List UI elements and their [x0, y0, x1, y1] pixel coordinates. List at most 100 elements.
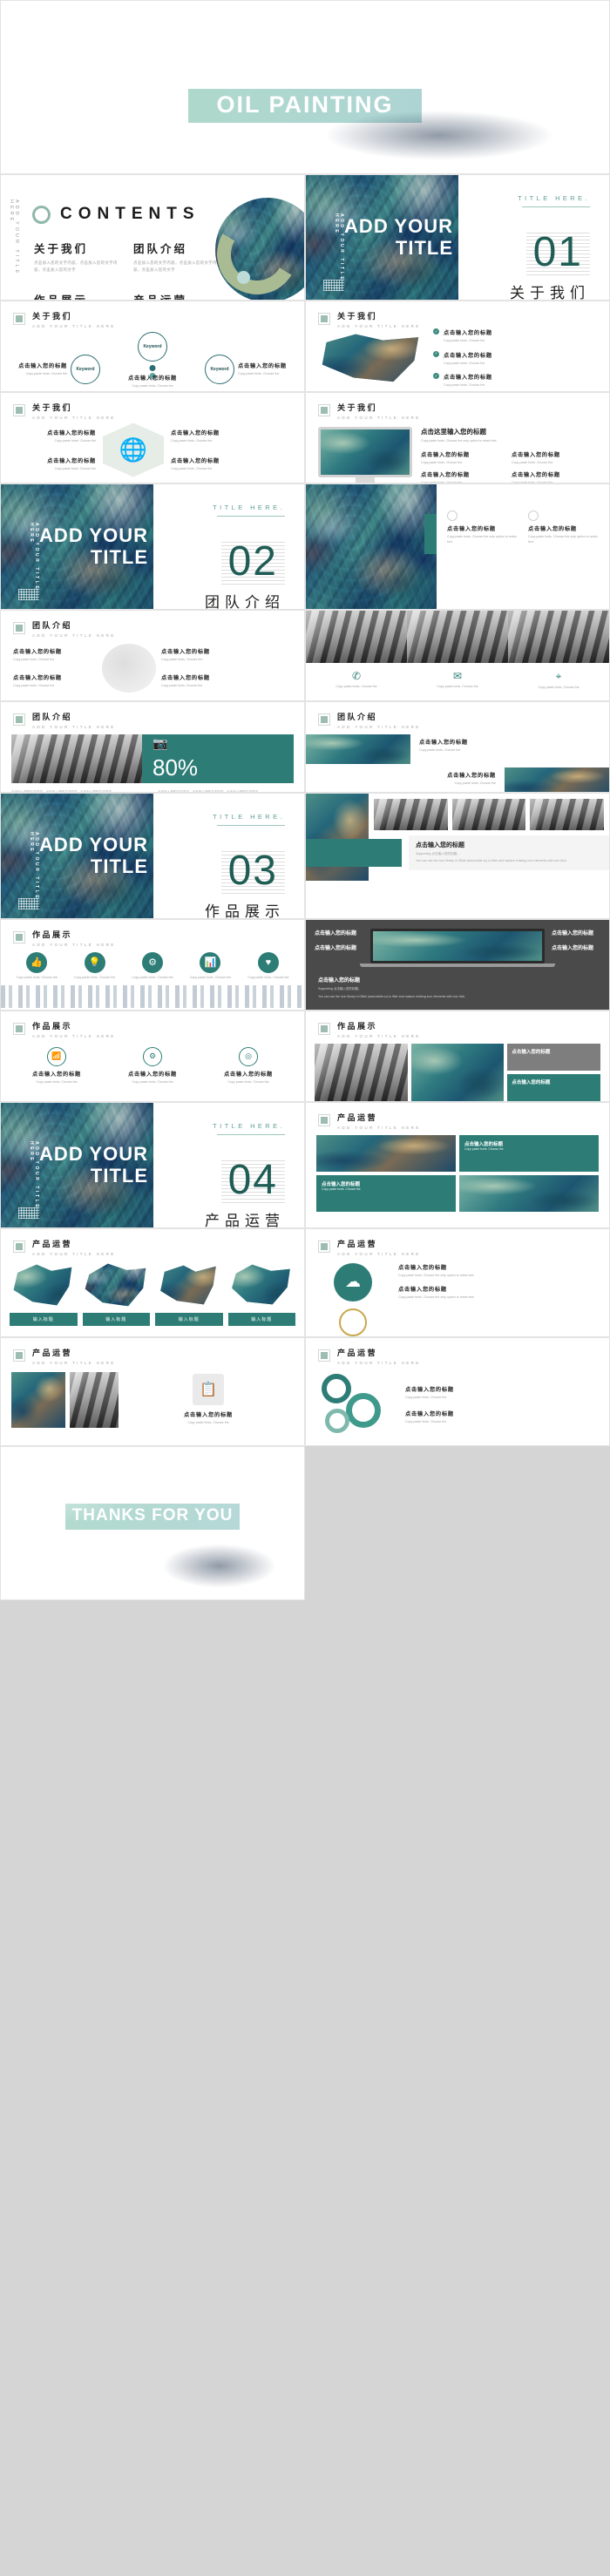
list-item[interactable]: ✉ Copy paste fonts. Choose the	[407, 663, 508, 700]
list-item[interactable]: 点击输入您的标题	[552, 929, 600, 936]
halftone-square-decor	[323, 280, 344, 291]
keyword-node-right[interactable]: Keyword	[205, 354, 234, 384]
item-desc: Copy paste fonts. Choose the	[161, 658, 203, 662]
splat-tag-2[interactable]: 输入标题	[82, 1312, 150, 1326]
list-item[interactable]: 点击输入您的标题 Copy paste fonts. Choose the	[161, 673, 245, 688]
network-item-right[interactable]: Keyword 点击输入您的标题 Copy paste fonts. Choos…	[205, 354, 292, 384]
item-title: 点击输入您的标题	[447, 772, 496, 779]
list-item[interactable]: 点击输入您的标题 Copy paste fonts. Choose the	[405, 1410, 599, 1424]
list-item[interactable]: 点击输入您的标题 Copy paste fonts. Choose the	[171, 456, 254, 471]
network-item-left[interactable]: 点击输入您的标题 Copy paste fonts. Choose the Ke…	[13, 354, 100, 384]
card-gray-text[interactable]: 点击输入您的标题	[507, 1043, 601, 1071]
item-title: 点击输入您的标题	[47, 457, 96, 464]
list-item[interactable]: 点击输入您的标题 Copy paste fonts. Choose the on…	[398, 1263, 599, 1278]
slide-keyword-network: 关于我们 ADD YOUR TITLE HERE Keyword 点击输入您的标…	[0, 301, 305, 392]
card-vertical-label: TITLE HERE.	[436, 521, 437, 565]
item-title: 点击输入您的标题	[171, 430, 220, 437]
list-item[interactable]: 输入标题	[227, 1263, 295, 1326]
list-item[interactable]: 点击输入您的标题 Copy paste fonts. Choose the	[512, 470, 597, 483]
teal-tab	[424, 514, 437, 554]
list-item[interactable]: 团队介绍 点击加入您的文字内容，点击加入您的文字内容，点击加入您的文字	[133, 240, 217, 274]
list-item[interactable]: 点击输入您的标题 Copy paste fonts. Choose the	[171, 429, 254, 443]
item-title: 点击输入您的标题	[419, 739, 468, 746]
list-item[interactable]: 点击输入您的标题 Copy paste fonts. Choose the	[13, 673, 97, 688]
thanks-content: POWER POINT 202X.X.X THANKS FOR YOU 感谢聆听…	[65, 1457, 240, 1590]
dark-top: 点击输入您的标题 点击输入您的标题 点击输入您的标题 点击输入您的标题	[306, 920, 609, 976]
list-item[interactable]: ◎ 点击输入您的标题 Copy paste fonts. Choose the	[203, 1046, 294, 1085]
grid-image-2	[459, 1174, 599, 1212]
slide-header-sub: ADD YOUR TITLE HERE	[337, 1125, 421, 1130]
list-item[interactable]: 点击输入您的标题 Copy paste fonts. Choose the on…	[398, 1285, 599, 1300]
header-square-icon	[13, 622, 25, 635]
list-item[interactable]: 点击输入您的标题 Copy paste fonts. Choose the on…	[528, 510, 599, 545]
list-item[interactable]: 点击输入您的标题 Copy paste fonts. Choose the	[161, 647, 245, 662]
list-item[interactable]: 产品运营 点击加入您的文字内容，点击加入您的文字内容，点击加入您的文字	[133, 291, 217, 300]
list-item[interactable]: 点击输入您的标题 Copy paste fonts. Choose the	[405, 1385, 599, 1400]
slide-header-title: 产品运营	[32, 1349, 73, 1357]
list-item[interactable]: ⌖ Copy paste fonts. Choose the	[508, 663, 609, 700]
list-item[interactable]: 📊 Copy paste fonts. Choose the	[183, 951, 237, 980]
add-title-line2: TITLE	[90, 855, 148, 877]
item-desc: Copy paste fonts. Choose the	[54, 466, 96, 470]
list-item[interactable]: 💡 Copy paste fonts. Choose the	[67, 951, 121, 980]
list-item[interactable]: 作品展示 点击加入您的文字内容，点击加入您的文字内容，点击加入您的文字	[34, 291, 118, 300]
list-item[interactable]: 👍 Copy paste fonts. Choose the	[10, 951, 64, 980]
slide-header: 关于我们 ADD YOUR TITLE HERE	[306, 393, 609, 420]
list-item[interactable]: 点击输入您的标题 Copy paste fonts. Choose the	[512, 450, 597, 465]
item-desc: Copy paste fonts. Choose the	[171, 466, 213, 470]
grid-card-1[interactable]: 点击输入您的标题 Copy paste fonts. Choose the	[459, 1134, 599, 1172]
photo-2	[451, 799, 526, 830]
card-teal-text[interactable]: 点击输入您的标题	[507, 1073, 601, 1101]
list-item[interactable]: ✓ 点击输入您的标题 Copy paste fonts. Choose the	[433, 373, 597, 388]
slide-header-title: 关于我们	[337, 312, 378, 321]
section-text: TITLE HERE. 04 产品运营 点击输入您的文字内容，点击输入您的文字内…	[153, 1103, 304, 1227]
list-item[interactable]: 点击输入您的标题	[552, 943, 600, 951]
network-item-bottom[interactable]: 点击输入您的标题 Copy paste fonts. Choose the	[128, 374, 177, 389]
halftone-square-decor	[18, 589, 39, 600]
list-item[interactable]: 输入标题	[10, 1263, 78, 1326]
slide-row-1: ADD YOUR TITLE HERE CONTENTS 关于我们 点击加入您的…	[0, 174, 610, 301]
list-item[interactable]: 输入标题	[155, 1263, 223, 1326]
list-item[interactable]: 点击输入您的标题 Copy paste fonts. Choose the	[421, 450, 506, 465]
list-item[interactable]: ✓ 点击输入您的标题 Copy paste fonts. Choose the	[433, 328, 597, 343]
chart-icon: 📶	[47, 1046, 66, 1066]
list-item[interactable]: ⚙ Copy paste fonts. Choose the	[125, 951, 180, 980]
keyword-node-left[interactable]: Keyword	[71, 354, 100, 384]
list-item[interactable]: 输入标题	[82, 1263, 150, 1326]
list-item[interactable]: ⚙ 点击输入您的标题 Copy paste fonts. Choose the	[107, 1046, 198, 1085]
splat-tag-3[interactable]: 输入标题	[155, 1312, 223, 1326]
keyword-label: Keyword	[210, 366, 229, 372]
list-item[interactable]: 📶 点击输入您的标题 Copy paste fonts. Choose the	[11, 1046, 102, 1085]
splat-tag-4[interactable]: 输入标题	[227, 1312, 295, 1326]
teal-grid: 点击输入您的标题 Copy paste fonts. Choose the 点击…	[306, 1130, 609, 1217]
hexagon-shape: 🌐	[103, 423, 164, 477]
item-title: 点击输入您的标题	[47, 430, 96, 437]
list-item[interactable]: 点击输入您的标题 Copy paste fonts. Choose the	[421, 470, 506, 483]
item-title: 点击输入您的标题	[447, 526, 496, 532]
list-item[interactable]: 点击输入您的标题 Copy paste fonts. Choose the on…	[447, 510, 518, 545]
list-item[interactable]: 关于我们 点击加入您的文字内容，点击加入您的文字内容，点击加入您的文字	[34, 240, 118, 274]
list-item[interactable]: ✆ Copy paste fonts. Choose the	[306, 663, 407, 700]
list-item[interactable]: 点击输入您的标题 Copy paste fonts. Choose the	[13, 647, 97, 662]
item-desc: Copy paste fonts. Choose the	[36, 1079, 78, 1084]
big-title: 点击这里输入您的标题	[421, 427, 486, 436]
item-title: 点击输入您的标题	[161, 674, 210, 681]
keyword-node-top[interactable]: Keyword	[138, 331, 167, 362]
slide-header: 关于我们 ADD YOUR TITLE HERE	[1, 393, 304, 420]
list-item[interactable]: 点击输入您的标题 Copy paste fonts. Choose the	[13, 456, 96, 471]
grid-card-2[interactable]: 点击输入您的标题 Copy paste fonts. Choose the	[316, 1174, 456, 1212]
list-item[interactable]: ✓ 点击输入您的标题 Copy paste fonts. Choose the	[433, 350, 597, 366]
slide-row-7: ADD YOUR TITLE HERE ADD YOUR TITLE TITLE…	[0, 793, 610, 919]
item-desc: Copy paste fonts. Choose the	[189, 975, 232, 979]
list-item[interactable]: 点击输入您的标题 Copy paste fonts. Choose the	[13, 429, 96, 443]
slide-header-title: 关于我们	[32, 403, 73, 412]
slide-monitor-collage: 产品运营 ADD YOUR TITLE HERE 📋 点击输入您的标题 Copy…	[0, 1337, 305, 1446]
list-item[interactable]: ♥ Copy paste fonts. Choose the	[241, 951, 295, 980]
rings-graphic	[316, 1372, 396, 1438]
splat-tag-1[interactable]: 输入标题	[10, 1312, 78, 1326]
collage-image-2	[70, 1371, 119, 1428]
list-item[interactable]: 点击输入您的标题	[315, 943, 363, 951]
item-desc: Copy paste fonts. Choose the	[16, 975, 58, 979]
list-item[interactable]: 点击输入您的标题	[315, 929, 363, 936]
ink-splash-image	[322, 334, 419, 382]
